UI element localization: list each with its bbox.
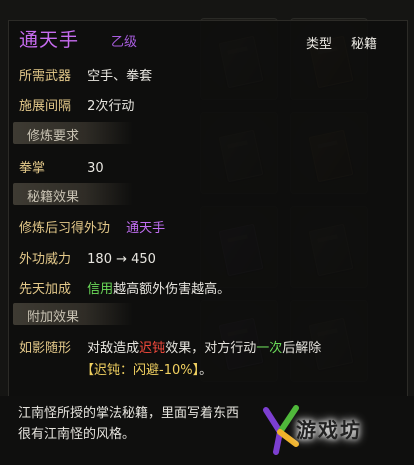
item-tooltip: 通天手 乙级 类型 秘籍 所需武器 空手、拳套 施展间隔 2次行动 修炼要求 拳… [8,20,408,398]
innate-label: 先天加成 [19,282,72,297]
interval-label: 施展间隔 [19,99,72,114]
extra-keyword: 迟钝 [139,341,166,356]
section-extra-title: 附加效果 [27,310,80,325]
power-value: 180 → 450 [87,252,156,267]
extra-period: 。 [199,363,213,378]
type-label: 类型 [306,37,333,52]
power-label: 外功威力 [19,252,72,267]
type-value: 秘籍 [351,37,378,52]
extra-text-c: 后解除 [282,341,322,356]
section-requirement: 修炼要求 [13,122,133,144]
section-requirement-title: 修炼要求 [27,129,80,144]
weapon-value: 空手、拳套 [87,69,153,84]
watermark: 游戏坊 [262,404,412,458]
requirement-value: 30 [87,161,104,176]
weapon-row: 所需武器 空手、拳套 [19,65,152,84]
description-line-1: 江南怪所授的掌法秘籍，里面写着东西 [18,406,240,421]
extra-detail-row: 【迟钝：闪避-10%】。 [81,359,212,378]
extra-count: 一次 [256,341,283,356]
extra-text-a: 对敌造成 [87,341,140,356]
requirement-row: 拳掌 30 [19,157,104,176]
innate-text: 越高额外伤害越高。 [113,282,231,297]
extra-name: 如影随形 [19,341,72,356]
innate-row: 先天加成 信用越高额外伤害越高。 [19,278,230,297]
section-extra: 附加效果 [13,303,133,325]
description-line-2: 很有江南怪的风格。 [18,427,136,442]
interval-value: 2次行动 [87,99,135,114]
requirement-label: 拳掌 [19,161,46,176]
learn-row: 修炼后习得外功 通天手 [19,217,165,236]
section-effect-title: 秘籍效果 [27,190,80,205]
power-row: 外功威力 180 → 450 [19,248,156,267]
innate-keyword: 信用 [87,282,114,297]
weapon-label: 所需武器 [19,69,72,84]
section-effect: 秘籍效果 [13,183,133,205]
item-grade: 乙级 [111,35,138,50]
extra-detail: 【迟钝：闪避-10%】 [81,363,200,378]
interval-row: 施展间隔 2次行动 [19,95,134,114]
item-name: 通天手 [19,29,80,51]
learn-value: 通天手 [126,221,166,236]
extra-row: 如影随形 对敌造成迟钝效果，对方行动一次后解除 [19,337,321,356]
extra-text-b: 效果，对方行动 [165,341,257,356]
learn-label: 修炼后习得外功 [19,221,111,236]
watermark-text: 游戏坊 [296,418,362,442]
